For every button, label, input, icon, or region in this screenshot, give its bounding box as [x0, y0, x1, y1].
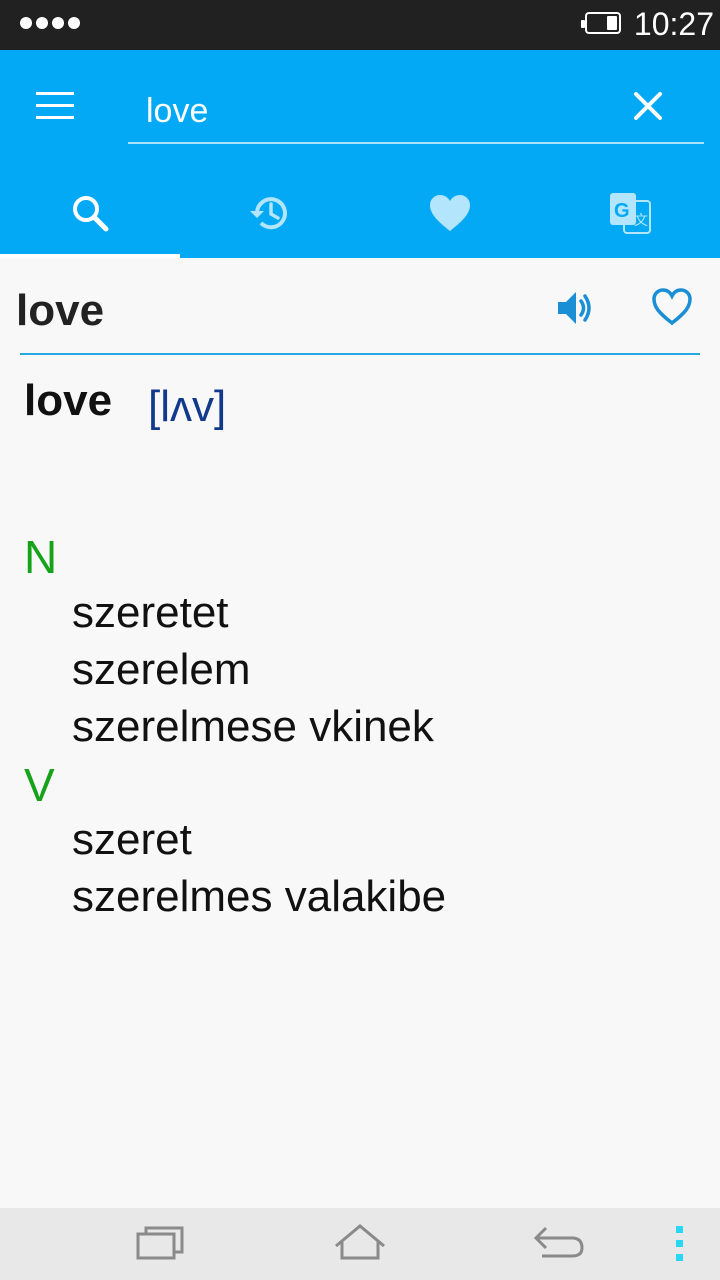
headword: love [24, 376, 113, 425]
home-icon[interactable] [332, 1222, 388, 1267]
sense-item: szeretet [72, 588, 229, 637]
tab-favorites[interactable] [360, 168, 540, 258]
search-input[interactable] [128, 84, 664, 138]
sense-item: szerelmes valakibe [72, 872, 447, 921]
status-time: 10:27 [633, 6, 714, 42]
pos-label: V [24, 759, 55, 811]
word-title: love [16, 286, 105, 335]
status-bar: 10:27 [0, 0, 720, 50]
svg-text:G: G [614, 200, 630, 222]
battery-icon [581, 12, 621, 34]
sense-item: szerelem [72, 645, 251, 694]
search-underline [128, 142, 704, 144]
recents-icon[interactable] [134, 1222, 186, 1267]
tab-search[interactable] [0, 168, 180, 258]
heart-outline-icon[interactable] [650, 286, 694, 333]
back-icon[interactable] [532, 1222, 588, 1267]
speaker-icon[interactable] [554, 286, 598, 335]
app-bar: G 文 [0, 50, 720, 258]
sense-item: szerelmese vkinek [72, 702, 434, 751]
close-icon[interactable] [628, 86, 668, 126]
sense-item: szeret [72, 815, 192, 864]
signal-dots-icon [20, 17, 80, 29]
tab-history[interactable] [180, 168, 360, 258]
header-divider [20, 353, 700, 355]
tab-translate[interactable]: G 文 [540, 168, 720, 258]
history-icon [250, 197, 287, 230]
search-icon [73, 196, 109, 232]
pos-label: N [24, 531, 58, 583]
translate-icon: G 文 [610, 193, 651, 234]
word-header: love [16, 280, 706, 350]
more-icon[interactable] [676, 1226, 684, 1266]
tab-bar: G 文 [0, 168, 720, 258]
svg-text:文: 文 [634, 213, 648, 229]
menu-icon[interactable] [36, 92, 76, 122]
nav-bar [0, 1208, 720, 1280]
pronunciation: [lʌv] [148, 382, 227, 431]
favorites-heart-icon [430, 195, 470, 231]
